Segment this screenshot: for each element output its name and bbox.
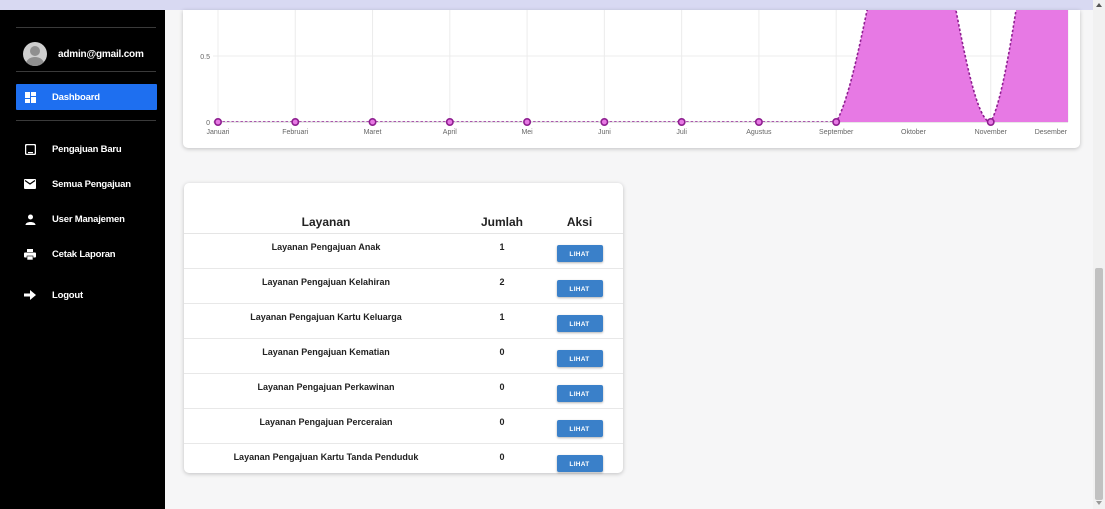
printer-icon <box>24 248 36 260</box>
area-fill <box>218 10 1068 122</box>
cell-aksi: LIHAT <box>536 233 623 269</box>
cell-aksi: LIHAT <box>536 338 623 374</box>
area-chart: 0 0.5 Januari Februari Maret April Mei Juni Juli… <box>200 10 1069 136</box>
x-tick-label: Februari <box>282 129 309 136</box>
cell-layanan: Layanan Pengajuan Anak <box>184 233 468 269</box>
user-email: admin@gmail.com <box>58 48 144 60</box>
x-tick-label: Juni <box>598 129 611 136</box>
data-point <box>754 118 763 127</box>
scroll-thumb[interactable] <box>1095 268 1103 500</box>
cell-jumlah: 2 <box>468 268 536 304</box>
sidebar-item-label: Cetak Laporan <box>52 248 116 260</box>
table-row: Layanan Pengajuan Kartu Keluarga 1 LIHAT <box>184 303 623 339</box>
lihat-button[interactable]: LIHAT <box>556 350 603 367</box>
cell-jumlah: 1 <box>468 233 536 269</box>
x-tick-label: Agustus <box>746 129 772 136</box>
y-tick-label: 0 <box>206 120 210 127</box>
data-point <box>291 118 300 127</box>
cell-layanan: Layanan Pengajuan Perceraian <box>184 408 468 444</box>
data-point <box>677 118 686 127</box>
lihat-button[interactable]: LIHAT <box>556 315 603 332</box>
data-point <box>986 118 995 127</box>
cell-jumlah: 0 <box>468 338 536 374</box>
x-tick-label: Januari <box>207 129 230 136</box>
data-point <box>213 118 222 127</box>
chart-card: 0 0.5 Januari Februari Maret April Mei Juni Juli… <box>183 10 1080 148</box>
x-tick-label: November <box>975 129 1008 136</box>
x-tick-label: Desember <box>1035 129 1068 136</box>
header-aksi: Aksi <box>536 210 623 234</box>
cell-jumlah: 0 <box>468 373 536 409</box>
user-icon <box>24 213 36 225</box>
sidebar-item-label: Dashboard <box>52 91 100 103</box>
data-point <box>445 118 454 127</box>
dashboard-icon <box>24 91 36 103</box>
sidebar-divider <box>16 71 156 72</box>
top-decorative-strip <box>0 0 1105 10</box>
sidebar-divider <box>16 120 156 121</box>
cell-layanan: Layanan Pengajuan Perkawinan <box>184 373 468 409</box>
data-point <box>368 118 377 127</box>
cell-jumlah: 1 <box>468 303 536 339</box>
table-header-row: Layanan Jumlah Aksi <box>184 210 623 234</box>
cell-layanan: Layanan Pengajuan Kartu Tanda Penduduk <box>233 452 419 462</box>
table-row: Layanan Pengajuan Perceraian 0 LIHAT <box>184 408 623 444</box>
x-tick-label: April <box>443 129 457 136</box>
sidebar-item-cetak-laporan[interactable]: Cetak Laporan <box>16 241 157 267</box>
x-tick-label: September <box>819 129 854 136</box>
sidebar-item-label: Pengajuan Baru <box>52 143 122 155</box>
cell-aksi: LIHAT <box>536 444 623 479</box>
arrow-right-icon <box>24 289 36 301</box>
page-scrollbar[interactable] <box>1093 0 1105 509</box>
cell-aksi: LIHAT <box>536 268 623 304</box>
lihat-button[interactable]: LIHAT <box>556 455 603 472</box>
tablet-icon <box>24 143 36 155</box>
x-tick-label: Oktober <box>901 129 927 136</box>
lihat-button[interactable]: LIHAT <box>556 385 603 402</box>
x-tick-label: Juli <box>676 129 687 136</box>
sidebar-item-user-manajemen[interactable]: User Manajemen <box>16 206 157 232</box>
table-row: Layanan Pengajuan Anak 1 LIHAT <box>184 233 623 269</box>
cell-jumlah: 0 <box>468 408 536 444</box>
table-row: Layanan Pengajuan Kematian 0 LIHAT <box>184 338 623 374</box>
data-point <box>832 118 841 127</box>
cell-aksi: LIHAT <box>536 373 623 409</box>
x-tick-label: Mei <box>521 129 533 136</box>
user-profile: admin@gmail.com <box>23 42 144 66</box>
cell-jumlah: 0 <box>499 452 505 462</box>
data-point <box>600 118 609 127</box>
cell-layanan: Layanan Pengajuan Kematian <box>184 338 468 374</box>
table-row: Layanan Pengajuan Kelahiran 2 LIHAT <box>184 268 623 304</box>
cell-layanan: Layanan Pengajuan Kelahiran <box>184 268 468 304</box>
cell-aksi: LIHAT <box>536 303 623 339</box>
sidebar-item-label: Semua Pengajuan <box>52 178 131 190</box>
sidebar-item-pengajuan-baru[interactable]: Pengajuan Baru <box>16 136 157 162</box>
lihat-button[interactable]: LIHAT <box>556 245 603 262</box>
data-point <box>523 118 532 127</box>
table-row: Layanan Pengajuan Kartu Tanda Penduduk 0… <box>184 444 623 479</box>
y-tick-label: 0.5 <box>200 54 210 61</box>
sidebar-item-label: User Manajemen <box>52 213 125 225</box>
sidebar-item-logout[interactable]: Logout <box>16 282 157 308</box>
mail-icon <box>24 178 36 190</box>
header-layanan: Layanan <box>184 210 468 234</box>
sidebar-divider <box>16 27 156 28</box>
scroll-down-arrow[interactable] <box>1096 501 1102 505</box>
lihat-button[interactable]: LIHAT <box>556 420 603 437</box>
scroll-up-arrow[interactable] <box>1096 3 1102 7</box>
header-jumlah: Jumlah <box>468 210 536 234</box>
sidebar-item-dashboard[interactable]: Dashboard <box>16 84 157 110</box>
avatar <box>23 42 47 66</box>
x-tick-label: Maret <box>364 129 382 136</box>
cell-layanan: Layanan Pengajuan Kartu Keluarga <box>184 303 468 339</box>
layanan-table: Layanan Jumlah Aksi Layanan Pengajuan An… <box>184 210 623 478</box>
lihat-button[interactable]: LIHAT <box>556 280 603 297</box>
sidebar: admin@gmail.com Dashboard Pengajuan Baru… <box>0 10 165 509</box>
table-row: Layanan Pengajuan Perkawinan 0 LIHAT <box>184 373 623 409</box>
cell-aksi: LIHAT <box>536 408 623 444</box>
layanan-table-card: Layanan Jumlah Aksi Layanan Pengajuan An… <box>184 183 623 473</box>
sidebar-item-label: Logout <box>52 289 83 301</box>
sidebar-item-semua-pengajuan[interactable]: Semua Pengajuan <box>16 171 157 197</box>
